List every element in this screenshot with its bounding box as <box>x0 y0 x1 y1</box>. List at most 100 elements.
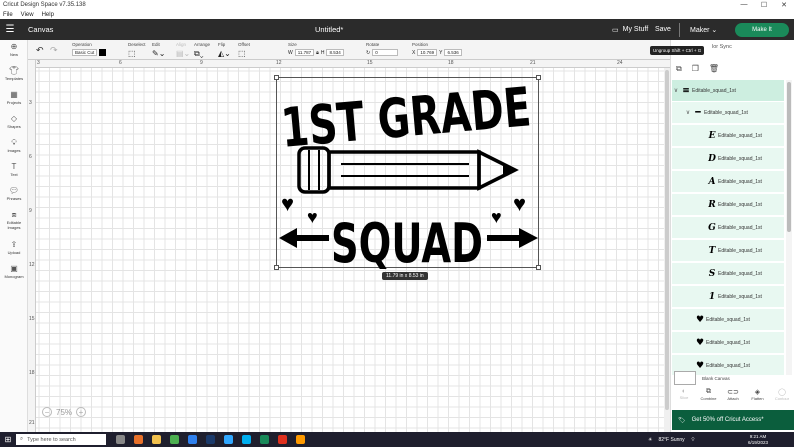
nav-new[interactable]: ⊕ New <box>0 42 28 57</box>
nav-upload[interactable]: ⇪ Upload <box>0 240 28 255</box>
chevron-down-icon[interactable]: ∨ <box>684 109 692 116</box>
resize-handle[interactable] <box>536 75 541 80</box>
menu-help[interactable]: Help <box>42 12 54 18</box>
resize-handle[interactable] <box>274 265 279 270</box>
scrollbar-thumb[interactable] <box>787 82 791 232</box>
cricut-app-icon[interactable] <box>260 435 269 444</box>
chrome-icon[interactable] <box>170 435 179 444</box>
wifi-icon[interactable]: ⌔ <box>691 437 696 443</box>
layer-item[interactable]: ∨ ━ Editable_squad_1st <box>672 102 784 124</box>
layer-item[interactable]: D Editable_squad_1st <box>672 148 784 170</box>
offset-group[interactable]: Offset ⬚ <box>238 42 250 58</box>
menu-view[interactable]: View <box>21 12 34 18</box>
skype-icon[interactable] <box>242 435 251 444</box>
my-stuff-button[interactable]: ▭ My Stuff <box>612 26 648 34</box>
menu-file[interactable]: File <box>3 12 13 18</box>
mail-icon[interactable] <box>188 435 197 444</box>
resize-handle[interactable] <box>536 265 541 270</box>
nav-monogram[interactable]: ▣ Monogram <box>0 264 28 279</box>
layer-item[interactable]: ∨ ≡ Editable_squad_1st <box>672 80 784 102</box>
machine-label: Maker <box>690 26 710 34</box>
height-input[interactable]: 8.534 <box>326 49 344 56</box>
arrange-group[interactable]: Arrange ⧉⌄ <box>194 42 210 59</box>
scrollbar-thumb[interactable] <box>665 70 669 410</box>
lock-icon[interactable]: 🔒︎ <box>316 50 319 56</box>
layer-item[interactable]: S Editable_squad_1st <box>672 263 784 285</box>
layer-item[interactable]: E Editable_squad_1st <box>672 125 784 147</box>
nav-text[interactable]: T Text <box>0 162 28 177</box>
layer-item[interactable]: T Editable_squad_1st <box>672 240 784 262</box>
adobe-app-icon[interactable] <box>278 435 287 444</box>
save-button[interactable]: Save <box>655 26 671 33</box>
y-input[interactable]: 6.536 <box>444 49 462 56</box>
cricut-access-promo[interactable]: 🏷︎ Get 50% off Cricut Access* <box>672 410 794 430</box>
duplicate-icon[interactable]: ❐ <box>692 64 699 74</box>
slice-icon: ◐ <box>681 388 687 395</box>
resize-handle[interactable] <box>274 75 279 80</box>
windows-start-icon[interactable]: ⊞ <box>0 435 16 444</box>
ungroup-icon[interactable]: ⧉ <box>676 64 682 74</box>
layer-item[interactable]: ♥ Editable_squad_1st <box>672 332 784 354</box>
nav-editable-images[interactable]: ⧈ Editable Images <box>0 210 28 230</box>
minimize-button[interactable]: — <box>734 1 754 9</box>
layer-item[interactable]: 1 Editable_squad_1st <box>672 286 784 308</box>
flip-label: Flip <box>218 42 226 47</box>
zoom-out-button[interactable]: − <box>42 407 52 417</box>
ruler-tick: 24 <box>617 60 623 66</box>
operation-select[interactable]: Basic Cut <box>72 49 98 56</box>
rotate-input[interactable]: 0 <box>372 49 399 56</box>
color-sync-tab[interactable]: lor Sync <box>712 44 732 50</box>
layer-thumbnail-icon: 1 <box>708 291 716 302</box>
edit-group[interactable]: Edit ✎⌄ <box>152 42 165 58</box>
deselect-group[interactable]: Deselect ⬚ <box>128 42 146 58</box>
flip-group[interactable]: Flip ◭⌄ <box>218 42 231 58</box>
nav-templates[interactable]: 👕︎ Templates <box>0 66 28 81</box>
illustrator-icon[interactable] <box>296 435 305 444</box>
nav-phrases[interactable]: 💬︎ Phrases <box>0 186 28 201</box>
flatten-button[interactable]: ◈ Flatten <box>748 388 768 401</box>
nav-projects[interactable]: ▦ Projects <box>0 90 28 105</box>
layer-item[interactable]: G Editable_squad_1st <box>672 217 784 239</box>
document-title[interactable]: Untitled* <box>315 25 343 34</box>
nav-images[interactable]: 💡︎ Images <box>0 138 28 153</box>
flatten-icon: ◈ <box>754 389 761 396</box>
close-button[interactable]: ✕ <box>774 1 794 9</box>
combine-button[interactable]: ⧉ Combine <box>699 388 719 401</box>
photoshop-icon[interactable] <box>206 435 215 444</box>
layer-item[interactable]: R Editable_squad_1st <box>672 194 784 216</box>
redo-icon[interactable]: ↷ <box>50 45 58 56</box>
maximize-button[interactable]: ☐ <box>754 1 774 9</box>
width-input[interactable]: 11.787 <box>294 49 315 56</box>
file-explorer-icon[interactable] <box>152 435 161 444</box>
align-group[interactable]: Align ▤⌄ <box>176 42 190 58</box>
slice-button[interactable]: ◐ Slice <box>674 388 694 401</box>
selected-design[interactable]: 1ST GRADE ♥ ♥ ♥ ♥ SQUAD <box>274 75 541 270</box>
canvas-color-swatch[interactable] <box>674 371 696 385</box>
chevron-down-icon[interactable]: ∨ <box>672 87 680 94</box>
color-swatch[interactable] <box>99 49 107 56</box>
blank-canvas-row[interactable]: Blank Canvas <box>674 371 730 385</box>
editable-icon: ⧈ <box>11 210 17 219</box>
undo-icon[interactable]: ↶ <box>36 45 44 56</box>
layer-item[interactable]: A Editable_squad_1st <box>672 171 784 193</box>
hamburger-menu-icon[interactable]: ☰ <box>0 24 20 35</box>
nav-shapes-label: Shapes <box>7 124 21 129</box>
zoom-in-button[interactable]: + <box>76 407 87 417</box>
layers-scrollbar[interactable] <box>786 80 792 375</box>
taskbar-search[interactable]: ⌕ Type here to search <box>16 434 106 445</box>
task-view-icon[interactable] <box>116 435 125 444</box>
weather-label[interactable]: 82°F Sunny <box>658 437 684 443</box>
ruler-tick: 3 <box>29 100 32 106</box>
ruler-tick: 6 <box>29 154 32 160</box>
layer-item[interactable]: ♥ Editable_squad_1st <box>672 309 784 331</box>
make-it-button[interactable]: Make It <box>735 22 789 37</box>
taskbar-clock[interactable]: 9:21 AM 6/19/2023 <box>748 434 768 445</box>
lightroom-icon[interactable] <box>224 435 233 444</box>
firefox-icon[interactable] <box>134 435 143 444</box>
attach-button[interactable]: ⊂⊃ Attach <box>723 388 743 401</box>
contour-button[interactable]: ◯ Contour <box>772 388 792 401</box>
trash-icon[interactable]: 🗑︎ <box>709 64 719 74</box>
x-input[interactable]: 10.769 <box>417 49 438 56</box>
nav-shapes[interactable]: ◇ Shapes <box>0 114 28 129</box>
machine-selector[interactable]: Maker ⌄ <box>690 26 717 34</box>
